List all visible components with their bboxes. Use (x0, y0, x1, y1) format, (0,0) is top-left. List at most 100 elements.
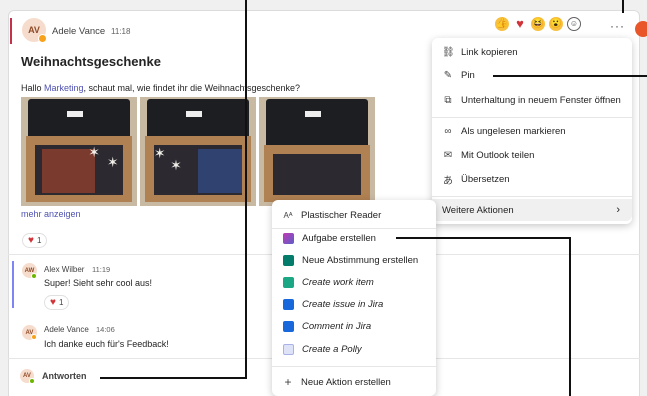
heart-icon: ♥ (28, 235, 34, 246)
body-prefix: Hallo (21, 83, 45, 93)
menu-item-copy-link[interactable]: ⛓ Link kopieren (432, 41, 632, 63)
work-item-icon (283, 276, 294, 288)
reply-author: Alex Wilber (44, 265, 85, 274)
plus-icon: + (284, 375, 292, 389)
callout-line (569, 237, 571, 396)
pop-out-icon: ⧉ (444, 94, 452, 106)
reply-text: Super! Sieht sehr cool aus! (44, 278, 153, 288)
thumbs-up-icon[interactable]: 👍 (495, 17, 509, 31)
presence-online-icon (31, 273, 37, 279)
reaction-count: 1 (58, 298, 64, 307)
heart-reaction[interactable]: ♥ 1 (44, 295, 70, 310)
menu-item-translate[interactable]: あ Übersetzen (432, 168, 632, 190)
reaction-count: 1 (36, 236, 42, 245)
star-icon: ✶ (153, 144, 166, 161)
star-icon: ✶ (88, 143, 100, 160)
menu-item-label: Comment in Jira (302, 320, 372, 332)
more-options-button[interactable]: ··· (610, 19, 625, 33)
jira-icon (283, 298, 294, 310)
heart-icon[interactable]: ♥ (513, 17, 527, 31)
context-menu: ⛓ Link kopieren ✎ Pin ⧉ Unterhaltung in neu… (432, 38, 632, 224)
menu-item-label: Neue Aktion erstellen (301, 376, 391, 388)
attached-photo-3[interactable] (259, 97, 375, 206)
menu-item-create-jira-issue[interactable]: Create issue in Jira (272, 293, 436, 315)
menu-item-label: Plastischer Reader (301, 209, 382, 221)
box-inner (272, 153, 362, 196)
immersive-reader-icon: Aᴬ (283, 210, 293, 220)
unread-icon: ∞ (444, 125, 452, 137)
reply-accent-bar (12, 261, 14, 308)
attached-photo-2[interactable]: ✶ ✶ (140, 97, 256, 206)
chevron-right-icon: › (616, 204, 620, 216)
presence-away-icon (38, 34, 47, 43)
box-tag (186, 111, 203, 118)
avatar[interactable] (635, 21, 647, 37)
planner-icon (283, 232, 294, 244)
menu-item-new-action[interactable]: + Neue Aktion erstellen (272, 371, 436, 393)
star-icon: ✶ (170, 156, 182, 173)
message-time: 11:18 (111, 27, 131, 36)
box-lid (265, 99, 369, 149)
menu-divider (272, 366, 436, 367)
reply-time: 11:19 (92, 265, 111, 274)
add-reaction-icon[interactable]: ☺ (567, 17, 581, 31)
laugh-icon[interactable]: 😆 (531, 17, 545, 31)
card-art (198, 149, 243, 193)
menu-item-mark-unread[interactable]: ∞ Als ungelesen markieren (432, 120, 632, 142)
menu-item-label: Neue Abstimmung erstellen (302, 254, 419, 266)
callout-line (493, 75, 647, 77)
menu-item-label: Mit Outlook teilen (461, 149, 535, 161)
forms-icon (283, 254, 294, 266)
reply-button-label: Antworten (42, 371, 87, 381)
reply-time: 14:06 (96, 325, 115, 334)
translate-icon: あ (443, 175, 453, 187)
message-author: Adele Vance (52, 26, 106, 37)
menu-item-label: Create issue in Jira (302, 298, 384, 310)
box-lid (27, 99, 131, 141)
menu-item-label: Übersetzen (461, 173, 510, 185)
box-tag (305, 111, 322, 118)
menu-item-label: Link kopieren (461, 46, 518, 58)
menu-item-label: Als ungelesen markieren (461, 125, 566, 137)
menu-item-create-work-item[interactable]: Create work item (272, 271, 436, 293)
menu-divider (432, 117, 632, 118)
jira-icon (283, 320, 294, 332)
menu-item-immersive-reader[interactable]: Aᴬ Plastischer Reader (272, 204, 436, 226)
menu-divider (432, 196, 632, 197)
message-body: Hallo Marketing, schaut mal, wie findet … (21, 83, 300, 93)
reaction-bar: 👍 ♥ 😆 😮 ☺ (495, 17, 581, 31)
star-icon: ✶ (106, 153, 119, 170)
heart-icon: ♥ (50, 297, 56, 308)
actions-submenu: Aᴬ Plastischer Reader Aufgabe erstellen N… (272, 200, 436, 396)
heart-reaction[interactable]: ♥ 1 (22, 233, 48, 248)
menu-item-more-actions[interactable]: Weitere Aktionen › (432, 199, 632, 221)
pin-icon: ✎ (443, 69, 453, 81)
attached-photo-1[interactable]: ✶ ✶ (21, 97, 137, 206)
polly-icon (283, 343, 294, 355)
callout-line (245, 0, 247, 378)
menu-item-create-polly[interactable]: Create a Polly (272, 338, 436, 360)
menu-item-new-poll[interactable]: Neue Abstimmung erstellen (272, 249, 436, 271)
callout-line (100, 377, 247, 379)
link-icon: ⛓ (442, 46, 455, 58)
callout-line (622, 0, 624, 13)
menu-item-open-new-window[interactable]: ⧉ Unterhaltung in neuem Fenster öffnen (432, 89, 632, 111)
callout-line (396, 237, 571, 239)
reply-author: Adele Vance (44, 325, 89, 334)
box-lid (146, 99, 250, 141)
body-suffix: , schaut mal, wie findet ihr die Weihnac… (83, 83, 300, 93)
menu-item-label: Create work item (302, 276, 374, 288)
menu-item-comment-jira[interactable]: Comment in Jira (272, 315, 436, 337)
presence-away-icon (31, 334, 37, 340)
menu-item-label: Pin (461, 69, 475, 81)
card-art (41, 149, 96, 193)
reply-text: Ich danke euch für's Feedback! (44, 339, 169, 349)
menu-item-share-outlook[interactable]: ✉ Mit Outlook teilen (432, 144, 632, 166)
surprised-icon[interactable]: 😮 (549, 17, 563, 31)
show-more-link[interactable]: mehr anzeigen (21, 209, 81, 219)
box-tag (67, 111, 84, 118)
menu-item-label: Create a Polly (302, 343, 362, 355)
mention-link[interactable]: Marketing (44, 83, 84, 93)
presence-online-icon (29, 378, 35, 384)
message-title: Weihnachtsgeschenke (21, 54, 161, 69)
